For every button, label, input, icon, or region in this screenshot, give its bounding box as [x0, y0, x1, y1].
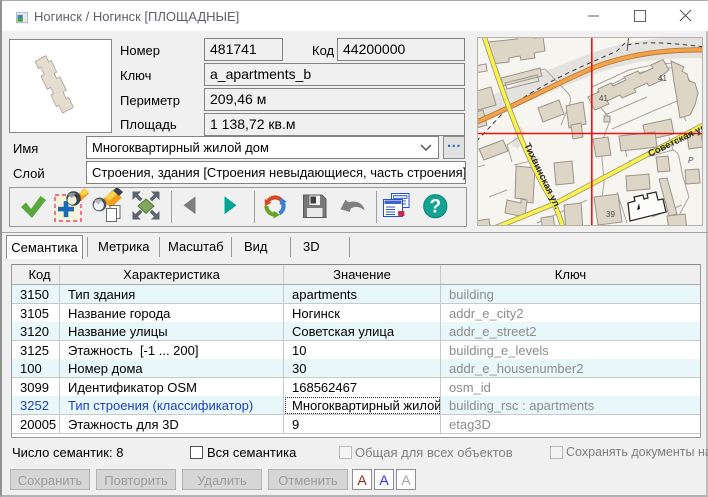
svg-text:?: ? — [429, 197, 441, 218]
svg-text:41: 41 — [658, 74, 667, 83]
svg-text:41: 41 — [599, 94, 608, 103]
svg-text:39: 39 — [606, 210, 615, 219]
svg-text:Р: Р — [688, 156, 694, 165]
